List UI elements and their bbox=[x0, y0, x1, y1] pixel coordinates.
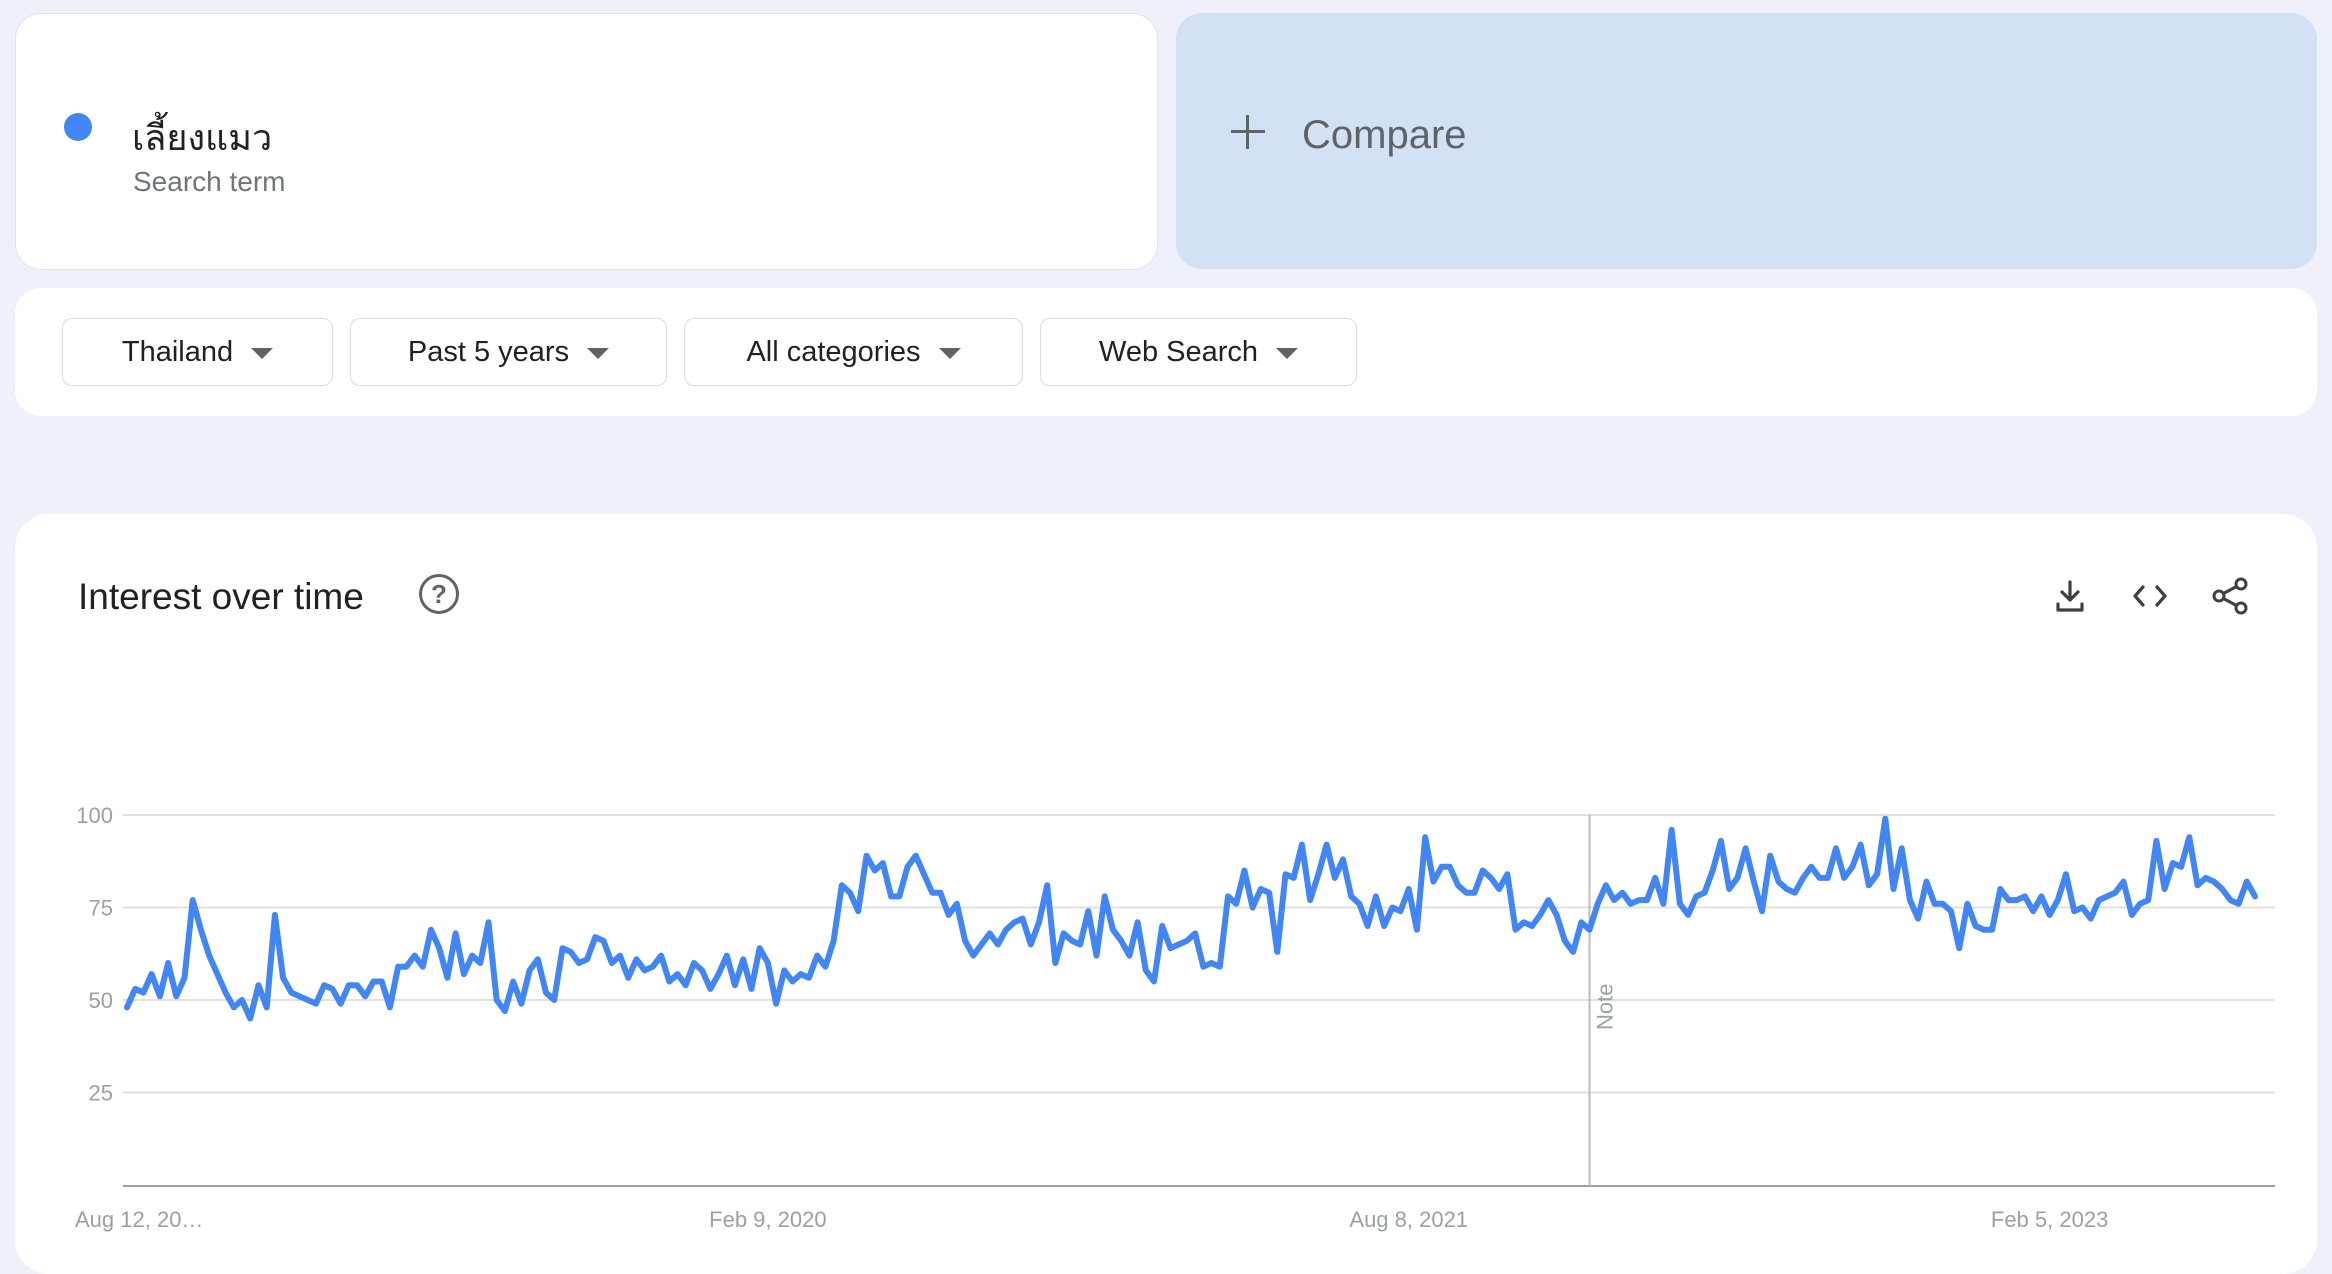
chart-series bbox=[124, 815, 2258, 1022]
dropdown-arrow-icon bbox=[587, 347, 610, 359]
search-type-filter-label: Web Search bbox=[1098, 335, 1259, 368]
x-tick-label-1: Feb 9, 2020 bbox=[709, 1207, 826, 1232]
search-term-subtitle: Search term bbox=[133, 166, 286, 197]
interest-line-chart[interactable]: Note 255075100 Aug 12, 20… Feb 9, 2020 Aug… bbox=[15, 514, 2317, 1248]
y-tick-label-75: 75 bbox=[89, 896, 113, 921]
x-axis-tick-labels: Aug 12, 20… Feb 9, 2020 Aug 8, 2021 Feb 5, … bbox=[75, 1207, 2108, 1232]
interest-over-time-panel: Interest over time ? Note 25 50 75 100 Aug … bbox=[15, 514, 2317, 1274]
x-tick-label-0: Aug 12, 20… bbox=[75, 1207, 203, 1232]
dropdown-arrow-icon bbox=[1276, 347, 1299, 359]
x-tick-label-2: Aug 8, 2021 bbox=[1349, 1207, 1468, 1232]
x-tick-label-3: Feb 5, 2023 bbox=[1991, 1207, 2108, 1232]
chart-gridlines bbox=[123, 814, 2275, 1187]
search-term-card[interactable]: เลี้ยงแมว Search term bbox=[15, 13, 1158, 270]
term-color-dot bbox=[64, 113, 92, 141]
y-tick-label-25: 25 bbox=[89, 1081, 113, 1106]
time-range-filter-label: Past 5 years bbox=[407, 335, 570, 368]
category-filter-dropdown[interactable]: All categories bbox=[684, 318, 1023, 386]
note-label: Note bbox=[1592, 984, 1617, 1030]
y-tick-label-100: 100 bbox=[76, 803, 113, 828]
search-type-filter-dropdown[interactable]: Web Search bbox=[1040, 318, 1357, 386]
plus-icon bbox=[1231, 115, 1265, 149]
y-tick-label-50: 50 bbox=[89, 988, 113, 1013]
category-filter-label: All categories bbox=[746, 335, 921, 368]
chart-annotations: Note bbox=[1588, 815, 1617, 1186]
filter-bar: Thailand Past 5 years All categories Web… bbox=[15, 288, 2317, 416]
compare-label: Compare bbox=[1302, 113, 1467, 157]
dropdown-arrow-icon bbox=[938, 347, 961, 359]
y-axis-tick-labels: 25 50 75 100 bbox=[76, 803, 113, 1106]
region-filter-dropdown[interactable]: Thailand bbox=[62, 318, 333, 386]
time-range-filter-dropdown[interactable]: Past 5 years bbox=[350, 318, 667, 386]
region-filter-label: Thailand bbox=[121, 335, 234, 368]
compare-button[interactable]: Compare bbox=[1176, 13, 2317, 269]
dropdown-arrow-icon bbox=[251, 347, 274, 359]
series-line-search-term bbox=[124, 815, 2258, 1022]
search-term-name[interactable]: เลี้ยงแมว bbox=[132, 109, 272, 166]
